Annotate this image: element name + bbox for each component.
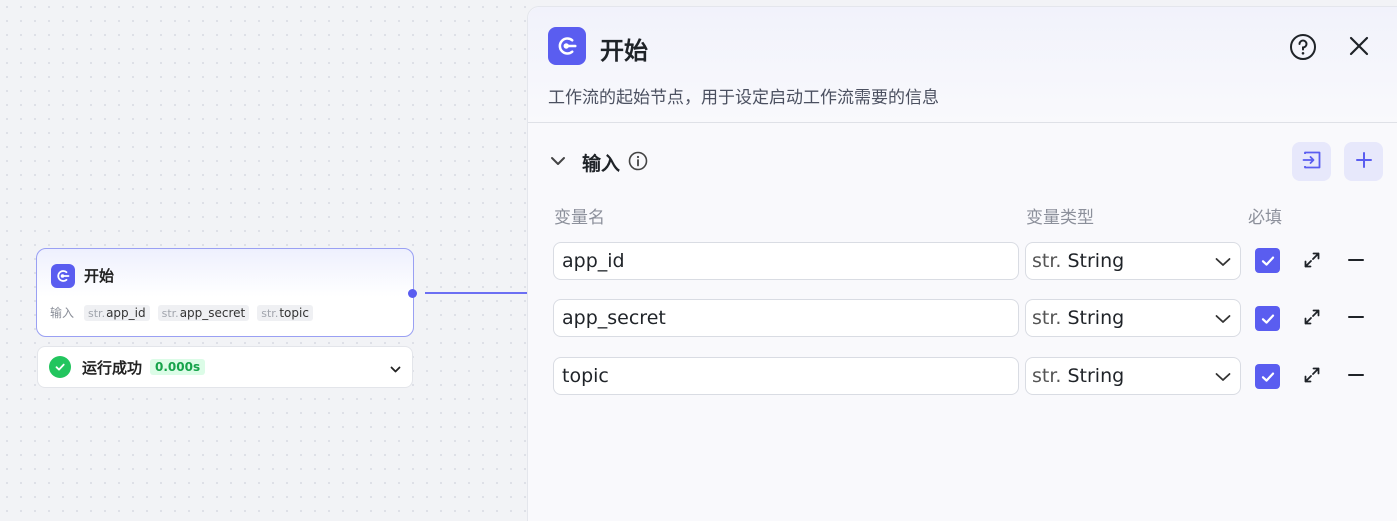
variable-type-select[interactable]: str. String (1025, 242, 1241, 280)
chip-name: app_id (106, 305, 146, 320)
run-status-bar[interactable]: 运行成功 0.000s (37, 346, 413, 388)
input-chip-topic: str. topic (257, 304, 313, 321)
remove-variable-icon[interactable] (1346, 250, 1366, 274)
panel-header: 开始 工作流的起始节点，用于设定启动工作流需要的信息 (528, 7, 1397, 123)
node-config-panel: 开始 工作流的起始节点，用于设定启动工作流需要的信息 输入 变量名 变量类型 必… (527, 6, 1397, 521)
chevron-down-icon (1214, 253, 1232, 276)
expand-icon[interactable] (1302, 365, 1322, 389)
workflow-start-icon (548, 27, 586, 65)
chip-type: str. (161, 306, 179, 320)
type-label: String (1067, 365, 1125, 387)
type-prefix: str. (1032, 307, 1062, 329)
chip-name: topic (279, 305, 309, 320)
check-circle-icon (49, 356, 71, 378)
help-circle-icon[interactable] (1289, 33, 1317, 65)
panel-title: 开始 (600, 37, 648, 65)
type-label: String (1067, 307, 1125, 329)
variable-type-select[interactable]: str. String (1025, 299, 1241, 337)
variable-name-input[interactable]: app_id (553, 242, 1019, 280)
column-header-required: 必填 (1248, 208, 1282, 228)
node-inputs-label: 输入 (50, 306, 75, 320)
required-checkbox[interactable] (1255, 364, 1280, 389)
input-chip-app-id: str. app_id (84, 304, 150, 321)
chevron-down-icon (1214, 368, 1232, 391)
add-variable-button[interactable] (1344, 142, 1383, 181)
variable-name-value: app_id (562, 250, 625, 272)
variable-name-input[interactable]: app_secret (553, 299, 1019, 337)
variable-type-select[interactable]: str. String (1025, 357, 1241, 395)
input-chip-app-secret: str. app_secret (157, 304, 250, 321)
node-inputs: 输入 str. app_id str. app_secret str. topi… (50, 304, 313, 321)
close-icon[interactable] (1346, 33, 1372, 63)
panel-description: 工作流的起始节点，用于设定启动工作流需要的信息 (548, 88, 939, 108)
info-icon[interactable] (628, 151, 648, 175)
workflow-start-icon (51, 264, 75, 288)
type-prefix: str. (1032, 250, 1062, 272)
required-checkbox[interactable] (1255, 248, 1280, 273)
type-prefix: str. (1032, 365, 1062, 387)
run-status-label: 运行成功 (82, 358, 143, 377)
start-node[interactable]: 开始 输入 str. app_id str. app_secret str. t… (36, 248, 414, 337)
type-label: String (1067, 250, 1125, 272)
import-button[interactable] (1292, 142, 1331, 181)
chip-type: str. (261, 306, 279, 320)
remove-variable-icon[interactable] (1346, 307, 1366, 331)
expand-icon[interactable] (1302, 307, 1322, 331)
chevron-down-icon[interactable] (548, 151, 568, 175)
column-header-type: 变量类型 (1026, 208, 1094, 228)
run-time-badge: 0.000s (150, 359, 206, 375)
remove-variable-icon[interactable] (1346, 365, 1366, 389)
chip-name: app_secret (179, 305, 246, 320)
input-section-header[interactable]: 输入 (548, 149, 648, 176)
import-icon (1301, 149, 1323, 175)
node-edge[interactable] (425, 292, 528, 294)
expand-icon[interactable] (1302, 250, 1322, 274)
chevron-down-icon[interactable] (389, 361, 402, 380)
column-header-name: 变量名 (554, 208, 605, 228)
variable-name-value: topic (562, 365, 609, 387)
node-output-port[interactable] (408, 289, 417, 298)
chevron-down-icon (1214, 310, 1232, 333)
plus-icon (1354, 150, 1374, 174)
input-section-title: 输入 (582, 153, 621, 175)
node-title: 开始 (84, 267, 115, 285)
variable-name-value: app_secret (562, 307, 666, 329)
chip-type: str. (88, 306, 106, 320)
variable-name-input[interactable]: topic (553, 357, 1019, 395)
required-checkbox[interactable] (1255, 306, 1280, 331)
